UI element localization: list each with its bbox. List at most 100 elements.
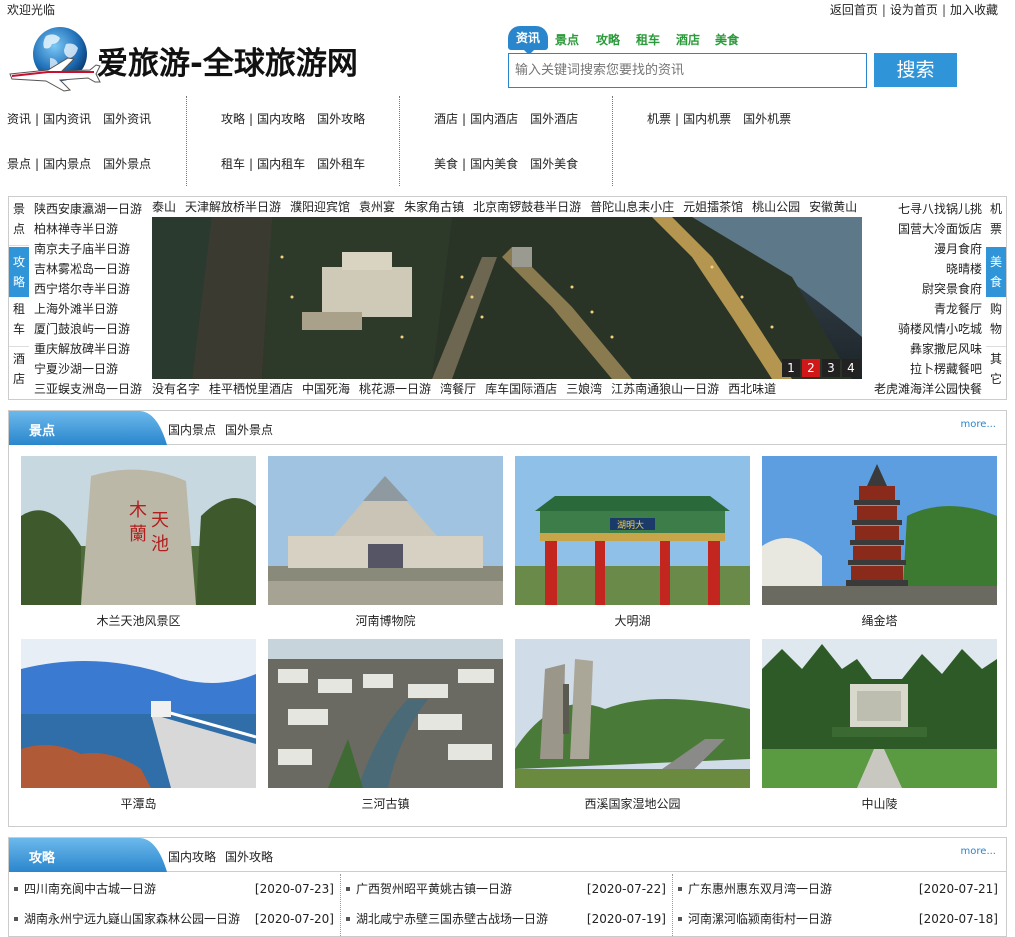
scenic-photo[interactable] — [21, 639, 256, 788]
scenic-photo[interactable] — [515, 639, 750, 788]
slide-dot[interactable]: 2 — [802, 359, 820, 377]
more-link[interactable]: more... — [961, 846, 996, 857]
search-tab-hotel[interactable]: 酒店 — [676, 31, 700, 48]
list-item[interactable]: 宁夏沙湖一日游 — [34, 362, 118, 376]
news-title[interactable]: 广东惠州惠东双月湾一日游 — [688, 879, 832, 899]
scenic-name[interactable]: 绳金塔 — [762, 612, 997, 629]
hero-tab-car[interactable]: 租车 — [9, 299, 29, 339]
scenic-photo[interactable]: 木蘭天池 — [21, 456, 256, 605]
scenic-name[interactable]: 大明湖 — [515, 612, 750, 629]
list-item[interactable]: 老虎滩海洋公园快餐 — [874, 382, 982, 396]
hero-tab-food[interactable]: 美食 — [986, 247, 1006, 297]
scenic-photo[interactable] — [762, 456, 997, 605]
list-item[interactable]: 青龙餐厅 — [934, 302, 982, 316]
hero-tab-shopping[interactable]: 购物 — [986, 299, 1006, 339]
nav-ticket[interactable]: 机票 — [647, 112, 671, 126]
news-item[interactable]: 湖北咸宁赤壁三国赤壁古战场一日游 [2020-07-19] — [344, 909, 666, 929]
hot-link[interactable]: 桃花源一日游 — [359, 382, 431, 396]
news-title[interactable]: 四川南充阆中古城一日游 — [24, 879, 156, 899]
nav-domestic-ticket[interactable]: 国内机票 — [683, 112, 731, 126]
scenic-photo[interactable]: 湖明大 — [515, 456, 750, 605]
search-tab-guide[interactable]: 攻略 — [596, 31, 620, 48]
hot-link[interactable]: 安徽黄山 — [809, 200, 857, 214]
nav-foreign-scenic[interactable]: 国外景点 — [103, 157, 151, 171]
nav-foreign-hotel[interactable]: 国外酒店 — [530, 112, 578, 126]
hot-link[interactable]: 普陀山息耒小庄 — [590, 200, 674, 214]
hot-link[interactable]: 西北味道 — [728, 382, 776, 396]
scenic-name[interactable]: 三河古镇 — [268, 795, 503, 812]
scenic-card[interactable]: 河南博物院 — [268, 456, 503, 629]
site-name[interactable]: 爱旅游-全球旅游网 — [97, 38, 358, 83]
search-button[interactable]: 搜索 — [874, 53, 957, 87]
scenic-photo[interactable] — [268, 639, 503, 788]
nav-domestic-guide[interactable]: 国内攻略 — [257, 112, 305, 126]
news-title[interactable]: 河南漯河临颍南街村一日游 — [688, 909, 832, 929]
hot-link[interactable]: 天津解放桥半日游 — [185, 200, 281, 214]
nav-domestic-scenic[interactable]: 国内景点 — [43, 157, 91, 171]
list-item[interactable]: 陕西安康瀛湖一日游 — [34, 202, 142, 216]
news-item[interactable]: 四川南充阆中古城一日游 [2020-07-23] — [12, 879, 334, 899]
news-title[interactable]: 湖北咸宁赤壁三国赤壁古战场一日游 — [356, 909, 548, 929]
nav-food[interactable]: 美食 — [434, 157, 458, 171]
scenic-photo[interactable] — [762, 639, 997, 788]
list-item[interactable]: 重庆解放碑半日游 — [34, 342, 130, 356]
scenic-card[interactable]: 湖明大 大明湖 — [515, 456, 750, 629]
add-favorite-link[interactable]: 加入收藏 — [950, 3, 998, 17]
nav-domestic-car[interactable]: 国内租车 — [257, 157, 305, 171]
scenic-card[interactable]: 平潭岛 — [21, 639, 256, 812]
scenic-name[interactable]: 平潭岛 — [21, 795, 256, 812]
nav-foreign-guide[interactable]: 国外攻略 — [317, 112, 365, 126]
hot-link[interactable]: 桂平栖悦里酒店 — [209, 382, 293, 396]
list-item[interactable]: 国营大冷面饭店 — [898, 222, 982, 236]
hero-tab-ticket[interactable]: 机票 — [986, 199, 1006, 239]
hot-link[interactable]: 中国死海 — [302, 382, 350, 396]
hero-tab-scenic[interactable]: 景点 — [9, 199, 29, 239]
slide-dot[interactable]: 3 — [822, 359, 840, 377]
scenic-card[interactable]: 三河古镇 — [268, 639, 503, 812]
sub-link-foreign[interactable]: 国外攻略 — [225, 850, 273, 864]
hot-link[interactable]: 没有名字 — [152, 382, 200, 396]
hot-link[interactable]: 江苏南通狼山一日游 — [611, 382, 719, 396]
news-item[interactable]: 湖南永州宁远九嶷山国家森林公园一日游 [2020-07-20] — [12, 909, 334, 929]
nav-foreign-ticket[interactable]: 国外机票 — [743, 112, 791, 126]
nav-guide[interactable]: 攻略 — [221, 112, 245, 126]
home-link[interactable]: 返回首页 — [830, 3, 878, 17]
list-item[interactable]: 厦门鼓浪屿一日游 — [34, 322, 130, 336]
search-tab-food[interactable]: 美食 — [715, 31, 739, 48]
list-item[interactable]: 南京夫子庙半日游 — [34, 242, 130, 256]
hot-link[interactable]: 湾餐厅 — [440, 382, 476, 396]
search-input[interactable] — [508, 53, 867, 88]
list-item[interactable]: 七寻八找锅儿挑 — [898, 202, 982, 216]
hero-tab-other[interactable]: 其它 — [986, 349, 1006, 389]
slide-dot[interactable]: 4 — [842, 359, 860, 377]
search-tab-car[interactable]: 租车 — [636, 31, 660, 48]
hot-link[interactable]: 北京南锣鼓巷半日游 — [473, 200, 581, 214]
list-item[interactable]: 三亚蜈支洲岛一日游 — [34, 382, 142, 396]
list-item[interactable]: 尉突景食府 — [922, 282, 982, 296]
list-item[interactable]: 漫月食府 — [934, 242, 982, 256]
set-homepage-link[interactable]: 设为首页 — [890, 3, 938, 17]
list-item[interactable]: 拉卜楞藏餐吧 — [910, 362, 982, 376]
news-item[interactable]: 广东惠州惠东双月湾一日游 [2020-07-21] — [676, 879, 998, 899]
hot-link[interactable]: 三娘湾 — [566, 382, 602, 396]
scenic-name[interactable]: 西溪国家湿地公园 — [515, 795, 750, 812]
hero-tab-hotel[interactable]: 酒店 — [9, 349, 29, 389]
list-item[interactable]: 吉林雾凇岛一日游 — [34, 262, 130, 276]
scenic-name[interactable]: 河南博物院 — [268, 612, 503, 629]
slide-dot[interactable]: 1 — [782, 359, 800, 377]
search-tab-scenic[interactable]: 景点 — [555, 31, 579, 48]
nav-foreign-food[interactable]: 国外美食 — [530, 157, 578, 171]
scenic-card[interactable]: 西溪国家湿地公园 — [515, 639, 750, 812]
scenic-card[interactable]: 木蘭天池 木兰天池风景区 — [21, 456, 256, 629]
news-item[interactable]: 广西贺州昭平黄姚古镇一日游 [2020-07-22] — [344, 879, 666, 899]
hot-link[interactable]: 库车国际酒店 — [485, 382, 557, 396]
hot-link[interactable]: 元姐擂茶馆 — [683, 200, 743, 214]
scenic-card[interactable]: 绳金塔 — [762, 456, 997, 629]
globe-airplane-icon[interactable] — [8, 24, 103, 94]
hot-link[interactable]: 泰山 — [152, 200, 176, 214]
hero-slideshow-image[interactable]: 1234 — [152, 217, 862, 379]
nav-domestic-food[interactable]: 国内美食 — [470, 157, 518, 171]
list-item[interactable]: 骑楼风情小吃城 — [898, 322, 982, 336]
nav-foreign-car[interactable]: 国外租车 — [317, 157, 365, 171]
news-title[interactable]: 湖南永州宁远九嶷山国家森林公园一日游 — [24, 909, 240, 929]
